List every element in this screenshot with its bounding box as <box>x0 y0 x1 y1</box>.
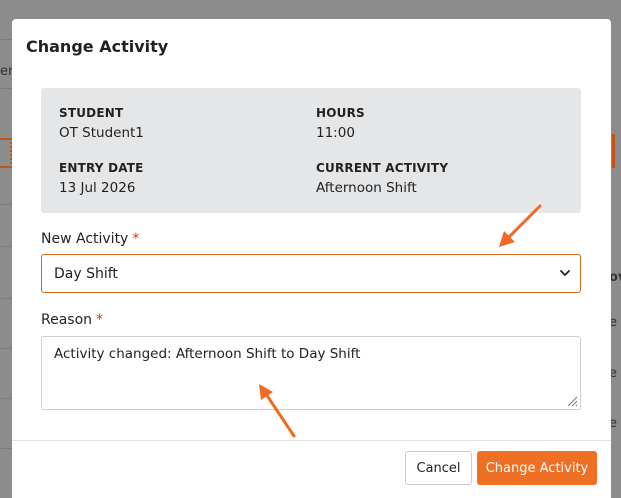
change-activity-modal: Change Activity STUDENT OT Student1 HOUR… <box>12 19 611 498</box>
modal-footer-divider <box>12 440 611 441</box>
reason-label-text: Reason <box>41 312 93 328</box>
new-activity-label: New Activity * <box>41 231 139 247</box>
reason-textarea[interactable]: Activity changed: Afternoon Shift to Day… <box>41 336 581 410</box>
background-divider <box>0 204 12 205</box>
annotation-arrow-icon <box>499 204 542 247</box>
cancel-button[interactable]: Cancel <box>405 451 472 485</box>
new-activity-selected-value: Day Shift <box>54 266 118 282</box>
new-activity-label-text: New Activity <box>41 231 129 247</box>
resize-handle-icon[interactable] <box>566 395 578 407</box>
chevron-down-icon <box>560 270 570 276</box>
reason-text: Activity changed: Afternoon Shift to Day… <box>54 346 361 362</box>
reason-label: Reason * <box>41 312 103 328</box>
background-divider <box>0 398 12 399</box>
background-orange-control <box>0 138 12 168</box>
entry-date-label: ENTRY DATE <box>59 161 144 175</box>
background-divider <box>0 88 12 89</box>
background-divider <box>0 39 12 40</box>
hours-value: 11:00 <box>316 125 355 141</box>
required-marker: * <box>132 231 140 247</box>
entry-date-value: 13 Jul 2026 <box>59 180 136 196</box>
current-activity-value: Afternoon Shift <box>316 180 417 196</box>
background-divider <box>0 246 12 247</box>
modal-title: Change Activity <box>26 37 169 56</box>
background-divider <box>0 448 12 449</box>
student-label: STUDENT <box>59 106 124 120</box>
new-activity-select[interactable]: Day Shift <box>41 254 581 293</box>
hours-label: HOURS <box>316 106 365 120</box>
background-orange-control <box>612 134 615 168</box>
required-marker: * <box>96 312 104 328</box>
background-divider <box>0 348 12 349</box>
student-value: OT Student1 <box>59 125 144 141</box>
change-activity-button[interactable]: Change Activity <box>477 451 597 485</box>
current-activity-label: CURRENT ACTIVITY <box>316 161 449 175</box>
background-divider <box>0 298 12 299</box>
entry-info-panel: STUDENT OT Student1 HOURS 11:00 ENTRY DA… <box>41 88 581 213</box>
annotation-arrow-icon <box>259 384 296 438</box>
